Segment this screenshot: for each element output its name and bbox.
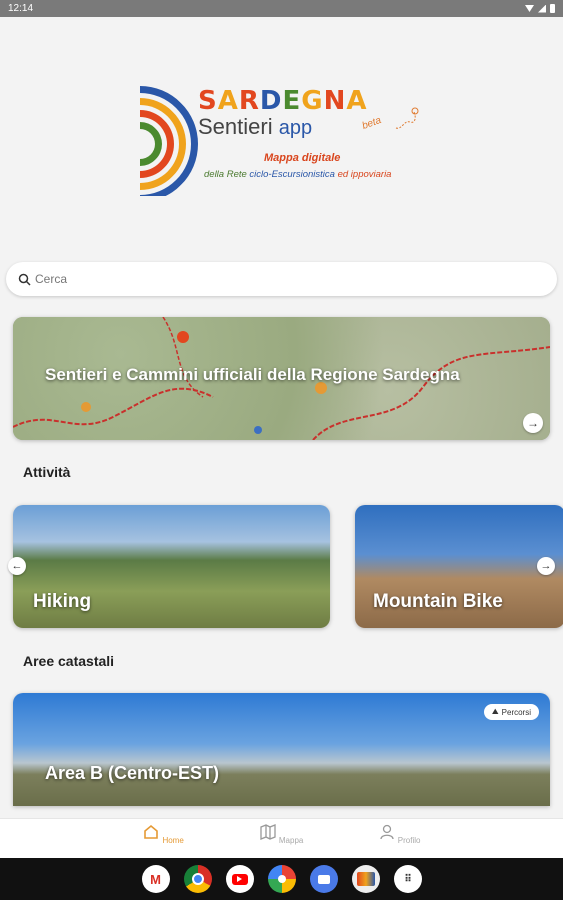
routes-badge: ⛰ Percorsi — [483, 704, 539, 720]
nav-profile[interactable]: Profilo — [369, 823, 429, 845]
chrome-icon[interactable] — [183, 865, 212, 893]
messages-icon[interactable] — [309, 865, 338, 893]
area-title: Area B (Centro-EST) — [45, 763, 220, 783]
status-bar: 12:14 — [0, 0, 563, 17]
logo-tagline-2: della Rete ciclo-Escursionistica ed ippo… — [204, 169, 392, 180]
search-icon — [18, 273, 31, 286]
wifi-icon — [525, 5, 534, 12]
arrow-left-icon: ← — [11, 560, 23, 572]
activity-card-hiking[interactable]: Hiking — [13, 505, 330, 628]
logo-subtitle: Sentieri app — [198, 114, 313, 139]
profile-icon — [379, 824, 394, 840]
logo-tagline: Mappa digitale — [264, 152, 341, 164]
battery-icon — [550, 4, 555, 13]
signal-icon — [538, 4, 546, 13]
search-input[interactable] — [35, 272, 515, 286]
arrow-right-icon: → — [540, 560, 552, 572]
official-trails-card[interactable]: Sentieri e Cammini ufficiali della Regio… — [13, 317, 550, 440]
system-taskbar: M ⠿ — [0, 858, 563, 900]
app-logo: SARDEGNA Sentieri app beta Mappa digital… — [140, 84, 430, 196]
sardegna-app-icon[interactable] — [351, 865, 380, 893]
hero-next-button[interactable]: → — [523, 413, 543, 433]
activity-label: Mountain Bike — [373, 591, 503, 612]
status-time: 12:14 — [8, 3, 34, 14]
section-title-activities: Attività — [23, 464, 71, 480]
home-icon — [144, 824, 159, 839]
map-icon — [259, 824, 276, 840]
app-drawer-icon[interactable]: ⠿ — [393, 865, 422, 893]
youtube-icon[interactable] — [225, 865, 254, 893]
activities-prev-button[interactable]: ← — [8, 557, 26, 575]
area-card[interactable]: ⛰ Percorsi Area B (Centro-EST) — [13, 693, 550, 806]
logo-arcs-graphic — [140, 84, 202, 196]
hero-title: Sentieri e Cammini ufficiali della Regio… — [45, 365, 460, 384]
gmail-icon[interactable]: M — [141, 865, 170, 893]
search-bar[interactable] — [6, 262, 557, 296]
hiker-icon: ⛰ — [491, 707, 499, 716]
activities-next-button[interactable]: → — [537, 557, 555, 575]
bottom-navigation: Home Mappa Profilo — [0, 818, 563, 858]
photos-icon[interactable] — [267, 865, 296, 893]
activity-label: Hiking — [33, 591, 92, 612]
arrow-right-icon: → — [527, 416, 539, 430]
nav-map[interactable]: Mappa — [251, 823, 311, 845]
activity-card-mountain-bike[interactable]: Mountain Bike — [355, 505, 563, 628]
logo-title: SARDEGNA — [198, 86, 368, 116]
route-pin-icon — [395, 107, 419, 129]
logo-beta: beta — [360, 115, 383, 132]
section-title-areas: Aree catastali — [23, 653, 115, 669]
nav-home[interactable]: Home — [133, 823, 193, 845]
